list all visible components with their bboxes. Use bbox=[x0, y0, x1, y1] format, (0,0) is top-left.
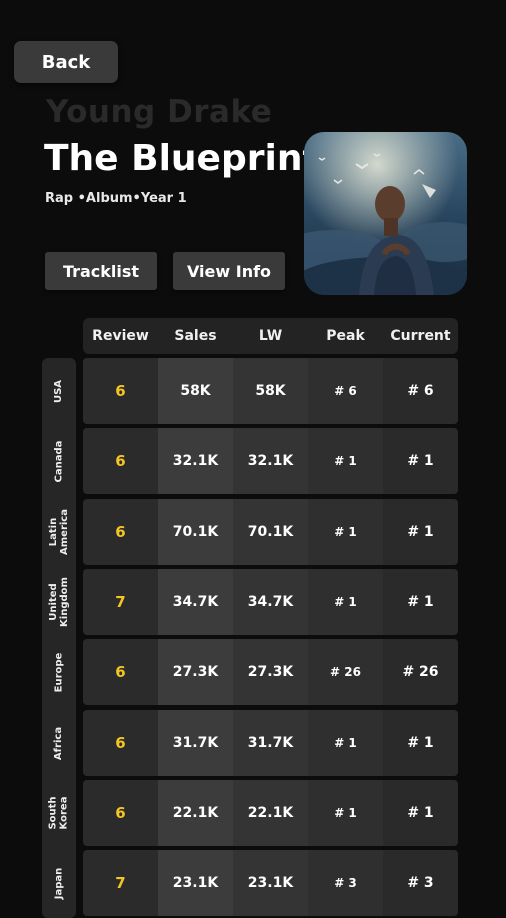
peak-cell: # 6 bbox=[308, 358, 383, 424]
region-name: USA bbox=[53, 379, 65, 403]
sales-cell: 27.3K bbox=[158, 639, 233, 705]
region-label: United Kingdom bbox=[42, 569, 76, 635]
sales-cell: 58K bbox=[158, 358, 233, 424]
table-row: 6 70.1K 70.1K # 1 # 1 bbox=[83, 499, 458, 565]
current-cell: # 1 bbox=[383, 710, 458, 776]
last-week-cell: 58K bbox=[233, 358, 308, 424]
last-week-cell: 31.7K bbox=[233, 710, 308, 776]
last-week-cell: 22.1K bbox=[233, 780, 308, 846]
current-cell: # 1 bbox=[383, 428, 458, 494]
review-cell: 6 bbox=[83, 639, 158, 705]
review-cell: 6 bbox=[83, 358, 158, 424]
region-label: Europe bbox=[42, 639, 76, 705]
album-meta: Rap •Album•Year 1 bbox=[45, 191, 187, 206]
region-name: Europe bbox=[53, 652, 65, 692]
sales-cell: 22.1K bbox=[158, 780, 233, 846]
peak-cell: # 1 bbox=[308, 569, 383, 635]
album-title: The Blueprint bbox=[44, 138, 320, 179]
last-week-cell: 34.7K bbox=[233, 569, 308, 635]
region-label: Japan bbox=[42, 850, 76, 916]
back-button[interactable]: Back bbox=[14, 41, 118, 83]
review-cell: 6 bbox=[83, 499, 158, 565]
view-info-button[interactable]: View Info bbox=[173, 252, 285, 290]
artist-name: Young Drake bbox=[46, 94, 273, 130]
review-cell: 7 bbox=[83, 850, 158, 916]
column-header-current: Current bbox=[390, 328, 451, 344]
sales-cell: 23.1K bbox=[158, 850, 233, 916]
current-cell: # 6 bbox=[383, 358, 458, 424]
region-label: Canada bbox=[42, 428, 76, 494]
last-week-cell: 23.1K bbox=[233, 850, 308, 916]
column-header-lw: LW bbox=[258, 328, 283, 344]
peak-cell: # 26 bbox=[308, 639, 383, 705]
current-cell: # 26 bbox=[383, 639, 458, 705]
region-name: South Korea bbox=[48, 796, 70, 830]
table-header: Review Sales LW Peak Current bbox=[83, 318, 458, 354]
region-label: Africa bbox=[42, 710, 76, 776]
region-name: Canada bbox=[53, 440, 65, 482]
table-row: 6 58K 58K # 6 # 6 bbox=[83, 358, 458, 424]
sales-cell: 32.1K bbox=[158, 428, 233, 494]
last-week-cell: 32.1K bbox=[233, 428, 308, 494]
review-cell: 6 bbox=[83, 428, 158, 494]
current-cell: # 1 bbox=[383, 569, 458, 635]
table-row: 6 27.3K 27.3K # 26 # 26 bbox=[83, 639, 458, 705]
peak-cell: # 1 bbox=[308, 499, 383, 565]
table-row: 6 22.1K 22.1K # 1 # 1 bbox=[83, 780, 458, 846]
column-header-peak: Peak bbox=[326, 328, 365, 344]
region-label: USA bbox=[42, 358, 76, 424]
sales-cell: 34.7K bbox=[158, 569, 233, 635]
peak-cell: # 1 bbox=[308, 710, 383, 776]
current-cell: # 3 bbox=[383, 850, 458, 916]
region-name: Japan bbox=[53, 867, 65, 899]
region-name: Latin America bbox=[48, 509, 71, 555]
region-label: Latin America bbox=[42, 499, 76, 565]
peak-cell: # 3 bbox=[308, 850, 383, 916]
table-row: 6 32.1K 32.1K # 1 # 1 bbox=[83, 428, 458, 494]
sales-cell: 70.1K bbox=[158, 499, 233, 565]
review-cell: 6 bbox=[83, 710, 158, 776]
column-header-sales: Sales bbox=[174, 328, 217, 344]
current-cell: # 1 bbox=[383, 499, 458, 565]
last-week-cell: 70.1K bbox=[233, 499, 308, 565]
column-header-review: Review bbox=[92, 328, 149, 344]
table-row: 7 23.1K 23.1K # 3 # 3 bbox=[83, 850, 458, 916]
current-cell: # 1 bbox=[383, 780, 458, 846]
review-cell: 6 bbox=[83, 780, 158, 846]
region-name: United Kingdom bbox=[48, 577, 70, 627]
peak-cell: # 1 bbox=[308, 780, 383, 846]
region-name: Africa bbox=[53, 726, 65, 760]
region-label: South Korea bbox=[42, 780, 76, 846]
table-row: 7 34.7K 34.7K # 1 # 1 bbox=[83, 569, 458, 635]
review-cell: 7 bbox=[83, 569, 158, 635]
peak-cell: # 1 bbox=[308, 428, 383, 494]
table-row: 6 31.7K 31.7K # 1 # 1 bbox=[83, 710, 458, 776]
tracklist-button[interactable]: Tracklist bbox=[45, 252, 157, 290]
sales-cell: 31.7K bbox=[158, 710, 233, 776]
album-cover-image bbox=[304, 132, 467, 295]
last-week-cell: 27.3K bbox=[233, 639, 308, 705]
